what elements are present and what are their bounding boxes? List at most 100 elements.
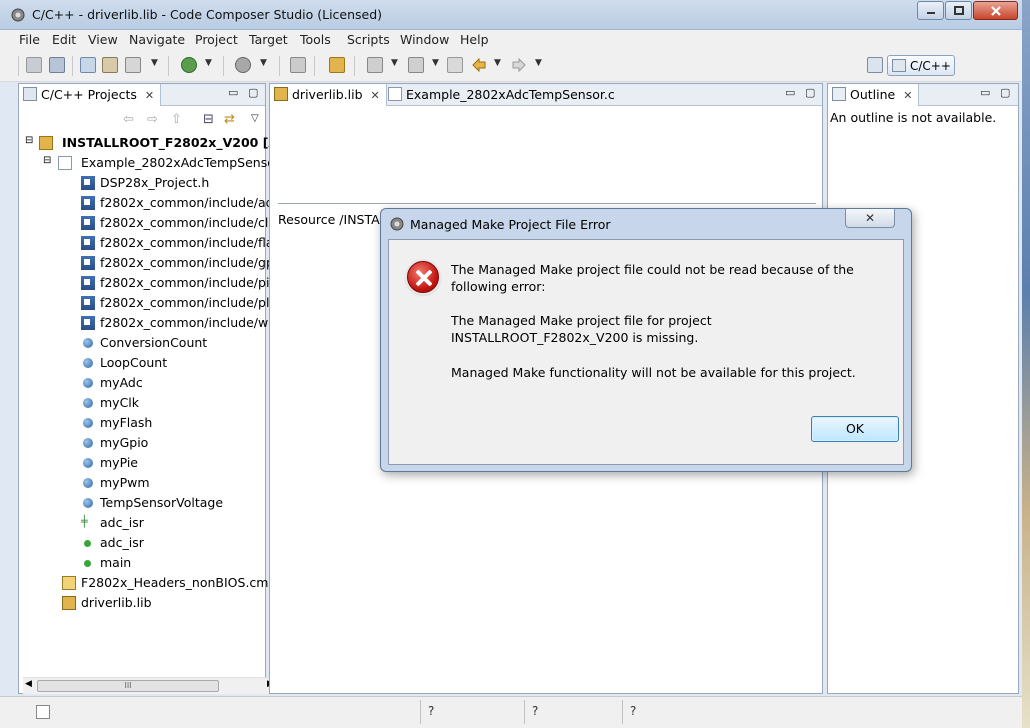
tree-item-label: f2802x_common/include/clk <box>100 215 276 230</box>
cmd-file-label: F2802x_Headers_nonBIOS.cmd <box>81 575 277 590</box>
scrollbar-grip: III <box>124 681 132 690</box>
menu-project[interactable]: Project <box>195 32 238 47</box>
fast-view-icon[interactable] <box>36 705 50 719</box>
settings-icon[interactable] <box>125 57 141 73</box>
tab-cpp-projects[interactable]: C/C++ Projects ✕ <box>19 84 162 106</box>
dropdown-arrow-icon[interactable]: ▼ <box>494 58 501 68</box>
maximize-view-icon[interactable]: ▢ <box>248 86 258 99</box>
tree-item-label: adc_isr <box>100 535 144 550</box>
tree-item-label: f2802x_common/include/wd <box>100 315 277 330</box>
menu-edit[interactable]: Edit <box>52 32 76 47</box>
window-close-button[interactable] <box>973 1 1018 20</box>
menu-bar: File Edit View Navigate Project Target T… <box>0 30 1022 50</box>
pin-icon[interactable] <box>329 57 345 73</box>
dropdown-arrow-icon[interactable]: ▼ <box>260 58 267 68</box>
collapse-toggle-icon[interactable]: ⊟ <box>43 155 51 166</box>
minimize-view-icon[interactable]: ▭ <box>228 86 238 99</box>
c-file-icon <box>58 156 72 170</box>
menu-navigate[interactable]: Navigate <box>129 32 185 47</box>
dropdown-arrow-icon[interactable]: ▼ <box>535 58 542 68</box>
maximize-view-icon[interactable]: ▢ <box>805 86 815 99</box>
dropdown-arrow-icon[interactable]: ▼ <box>151 58 158 68</box>
debug-icon[interactable] <box>181 57 197 73</box>
menu-scripts[interactable]: Scripts <box>347 32 390 47</box>
project-folder-icon <box>39 136 53 150</box>
minimize-view-icon[interactable]: ▭ <box>785 86 795 99</box>
tree-item-label: f2802x_common/include/gp <box>100 255 274 270</box>
toolbar-separator <box>223 56 224 76</box>
tab-driverlib[interactable]: driverlib.lib ✕ <box>270 84 387 106</box>
last-edit-icon[interactable] <box>447 57 463 73</box>
include-icon <box>81 196 95 210</box>
dialog-close-button[interactable]: ✕ <box>845 209 895 228</box>
include-icon <box>81 256 95 270</box>
projects-view-toolbar: ⇦ ⇨ ⇧ ⊟ ⇄ ▽ <box>123 112 263 130</box>
menu-window[interactable]: Window <box>400 32 449 47</box>
tree-item-label: myPie <box>100 455 139 470</box>
back-icon[interactable] <box>471 57 487 73</box>
include-icon <box>81 316 95 330</box>
scroll-left-icon[interactable]: ◀ <box>25 679 32 689</box>
collapse-toggle-icon[interactable]: ⊟ <box>25 135 33 146</box>
build-icon[interactable] <box>80 57 96 73</box>
close-tab-icon[interactable]: ✕ <box>903 89 912 102</box>
horizontal-scrollbar[interactable]: ◀ III ▶ <box>23 677 279 694</box>
project-file-label: Example_2802xAdcTempSensor <box>81 155 280 170</box>
collapse-all-icon[interactable]: ⊟ <box>203 112 214 127</box>
view-menu-icon[interactable]: ▽ <box>251 113 259 124</box>
variable-icon <box>83 438 93 448</box>
tree-item-label: myGpio <box>100 435 149 450</box>
menu-view[interactable]: View <box>88 32 118 47</box>
tree-item-label: myAdc <box>100 375 143 390</box>
perspective-cpp-button[interactable]: C/C++ <box>887 55 955 76</box>
ok-button[interactable]: OK <box>811 416 899 442</box>
dropdown-arrow-icon[interactable]: ▼ <box>205 58 212 68</box>
minimize-view-icon[interactable]: ▭ <box>980 86 990 99</box>
maximize-button[interactable] <box>945 1 972 20</box>
close-tab-icon[interactable]: ✕ <box>145 89 154 102</box>
editor-tabs: driverlib.lib ✕ Example_2802xAdcTempSenso… <box>270 84 822 106</box>
outline-tabs: Outline ✕ ▭ ▢ <box>828 84 1018 106</box>
previous-annotation-icon[interactable] <box>408 57 424 73</box>
toggle-breakpoint-icon[interactable] <box>290 57 306 73</box>
include-icon <box>81 216 95 230</box>
scrollbar-thumb[interactable]: III <box>37 680 219 692</box>
tab-outline[interactable]: Outline ✕ <box>828 84 920 106</box>
cmd-file-icon <box>62 576 76 590</box>
tree-item-label: adc_isr <box>100 515 144 530</box>
forward-nav-icon[interactable]: ⇨ <box>147 112 158 127</box>
projects-pane: C/C++ Projects ✕ ▭ ▢ ⇦ ⇨ ⇧ ⊟ ⇄ ▽ ⊟ INSTAL… <box>18 83 291 694</box>
open-perspective-icon[interactable] <box>867 57 883 73</box>
save-icon[interactable] <box>26 57 42 73</box>
run-external-icon[interactable] <box>235 57 251 73</box>
menu-target[interactable]: Target <box>249 32 288 47</box>
include-icon <box>81 276 95 290</box>
minimize-button[interactable] <box>917 1 944 20</box>
tab-example-c[interactable]: Example_2802xAdcTempSensor.c <box>384 84 621 106</box>
toolbar-separator <box>72 56 73 76</box>
tree-item-label: DSP28x_Project.h <box>100 175 210 190</box>
menu-file[interactable]: File <box>19 32 40 47</box>
toolbar-separator <box>354 56 355 76</box>
link-editor-icon[interactable]: ⇄ <box>224 112 235 127</box>
tab-label: Outline <box>850 87 896 102</box>
variable-icon <box>83 398 93 408</box>
forward-icon[interactable] <box>511 57 527 73</box>
next-annotation-icon[interactable] <box>367 57 383 73</box>
build-all-icon[interactable] <box>102 57 118 73</box>
back-nav-icon[interactable]: ⇦ <box>123 112 134 127</box>
variable-icon <box>83 458 93 468</box>
close-tab-icon[interactable]: ✕ <box>371 89 380 102</box>
up-nav-icon[interactable]: ⇧ <box>171 112 182 127</box>
dropdown-arrow-icon[interactable]: ▼ <box>432 58 439 68</box>
toolbar-separator <box>279 56 280 76</box>
function-icon <box>84 560 91 567</box>
status-bar: ? ? ? <box>0 696 1022 728</box>
maximize-view-icon[interactable]: ▢ <box>1000 86 1010 99</box>
variable-icon <box>83 338 93 348</box>
menu-help[interactable]: Help <box>460 32 489 47</box>
dropdown-arrow-icon[interactable]: ▼ <box>391 58 398 68</box>
status-separator <box>524 700 525 724</box>
menu-tools[interactable]: Tools <box>300 32 331 47</box>
print-icon[interactable] <box>49 57 65 73</box>
